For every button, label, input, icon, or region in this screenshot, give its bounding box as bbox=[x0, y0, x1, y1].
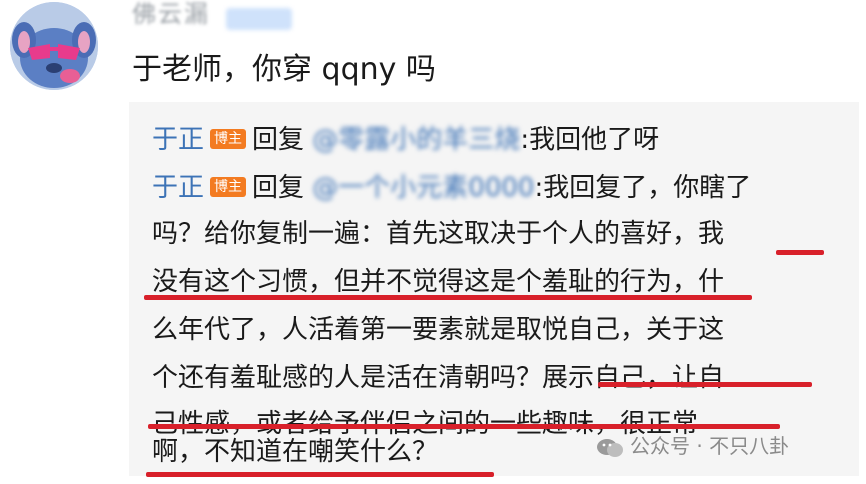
stitch-avatar-icon bbox=[10, 2, 98, 90]
highlight-underline bbox=[598, 382, 812, 387]
watermark: 公众号 · 不只八卦 bbox=[596, 430, 789, 462]
reply-mention[interactable]: @一个小元素0000 bbox=[312, 173, 534, 203]
watermark-text: 公众号 · 不只八卦 bbox=[630, 434, 790, 458]
reply-mention[interactable]: @零露小的羊三烧 bbox=[312, 125, 520, 155]
avatar[interactable] bbox=[10, 2, 98, 90]
blogger-badge: 博主 bbox=[210, 176, 247, 197]
blogger-badge: 博主 bbox=[210, 128, 247, 149]
reply-body-line: 个还有羞耻感的人是活在清朝吗？展示自己，让自 bbox=[152, 363, 725, 393]
reply-author[interactable]: 于正 bbox=[152, 125, 204, 155]
username[interactable]: 佛云漏 bbox=[132, 0, 210, 28]
user-badge bbox=[226, 8, 292, 30]
highlight-underline bbox=[144, 295, 752, 300]
reply-content: :我回他了呀 bbox=[520, 125, 660, 155]
reply-action: 回复 bbox=[252, 125, 305, 155]
reply-body-line: 啊，不知道在嘲笑什么？ bbox=[152, 437, 439, 467]
reply-action: 回复 bbox=[252, 173, 305, 203]
highlight-underline bbox=[146, 472, 494, 477]
wechat-icon bbox=[597, 438, 623, 457]
highlight-underline bbox=[148, 424, 780, 429]
reply-body-line: 么年代了，人活着第一要素就是取悦自己，关于这 bbox=[152, 315, 725, 345]
reply-item: 于正 博主 回复 @一个小元素0000:我回复了，你瞎了 bbox=[152, 164, 751, 212]
reply-content: :我回复了，你瞎了 bbox=[534, 173, 752, 203]
reply-item: 于正 博主 回复 @零露小的羊三烧:我回他了呀 bbox=[152, 116, 659, 164]
reply-body-line: 吗？给你复制一遍：首先这取决于个人的喜好，我 bbox=[152, 219, 725, 249]
reply-author[interactable]: 于正 bbox=[152, 173, 204, 203]
highlight-underline bbox=[776, 250, 824, 255]
comment-text: 于老师，你穿 qqny 吗 bbox=[132, 52, 436, 87]
